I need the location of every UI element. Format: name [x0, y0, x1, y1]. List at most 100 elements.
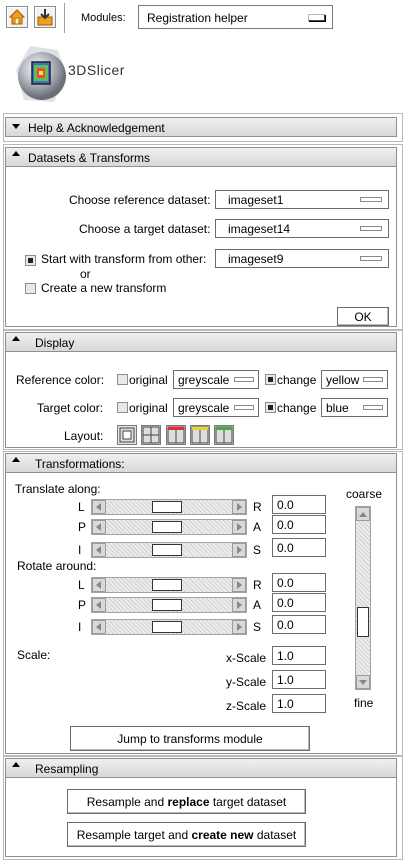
translate-left-axis-label: L [78, 500, 85, 514]
reference-original-checkbox[interactable] [117, 374, 128, 385]
coarse-label: coarse [346, 487, 383, 501]
target-color-label: Target color: [37, 401, 104, 415]
translate-value-input[interactable]: 0.0 [272, 495, 326, 514]
target-original-select[interactable]: greyscale [173, 398, 259, 417]
target-change-select[interactable]: blue [321, 398, 388, 417]
slider-thumb[interactable] [152, 621, 182, 633]
datasets-section-header[interactable]: Datasets & Transforms [5, 147, 397, 167]
resample-replace-bold: replace [167, 795, 210, 809]
rotate-left-axis-label: L [78, 578, 85, 592]
step-size-slider[interactable] [355, 506, 371, 690]
rotate-value-input[interactable]: 0.0 [272, 573, 326, 592]
target-change-checkbox[interactable] [265, 402, 276, 413]
scroll-up-icon[interactable] [356, 507, 370, 521]
target-original-checkbox[interactable] [117, 402, 128, 413]
translate-slider[interactable] [91, 519, 247, 535]
transformations-section-header[interactable]: Transformations: [5, 453, 397, 473]
red-view-icon [167, 426, 185, 444]
right-arrow-icon[interactable] [232, 620, 246, 634]
scale-value-input[interactable]: 1.0 [272, 694, 326, 713]
create-new-transform-checkbox[interactable] [25, 283, 36, 294]
transformations-section-title: Transformations: [35, 457, 125, 471]
translate-slider[interactable] [91, 499, 247, 515]
right-arrow-icon[interactable] [232, 500, 246, 514]
load-button[interactable] [34, 6, 56, 28]
rotate-slider[interactable] [91, 597, 247, 613]
resample-replace-button[interactable]: Resample and replace target dataset [67, 789, 306, 814]
left-arrow-icon[interactable] [92, 620, 106, 634]
slider-thumb[interactable] [152, 521, 182, 533]
rotate-right-axis-label: S [253, 620, 262, 634]
four-up-icon [142, 426, 160, 444]
module-select[interactable]: Registration helper [138, 5, 333, 29]
slider-thumb[interactable] [152, 579, 182, 591]
slider-thumb[interactable] [152, 544, 182, 556]
reference-dataset-select[interactable]: imageset1 [215, 190, 389, 209]
dropdown-icon [360, 256, 382, 261]
scroll-down-icon[interactable] [356, 675, 370, 689]
ok-button[interactable]: OK [337, 307, 389, 326]
module-select-value: Registration helper [147, 11, 248, 25]
layout-four-up-button[interactable] [141, 425, 161, 445]
rotate-slider[interactable] [91, 577, 247, 593]
dropdown-icon [234, 377, 254, 382]
target-original-value: greyscale [178, 401, 230, 415]
resample-create-pre: Resample target and [76, 828, 192, 842]
resampling-section-title: Resampling [35, 762, 99, 776]
scale-axis-label: z-Scale [226, 699, 267, 713]
step-size-thumb[interactable] [357, 607, 369, 637]
right-arrow-icon[interactable] [232, 543, 246, 557]
start-transform-select[interactable]: imageset9 [215, 249, 389, 268]
scale-value-input[interactable]: 1.0 [272, 646, 326, 665]
rotate-value-input[interactable]: 0.0 [272, 593, 326, 612]
rotate-value-input[interactable]: 0.0 [272, 615, 326, 634]
slider-thumb[interactable] [152, 599, 182, 611]
transformations-section-body [5, 473, 397, 754]
scale-value-input[interactable]: 1.0 [272, 670, 326, 689]
expand-icon [12, 762, 20, 767]
dropdown-icon [360, 197, 382, 202]
translate-right-axis-label: S [253, 543, 262, 557]
translate-slider[interactable] [91, 542, 247, 558]
layout-single-view-button[interactable] [117, 425, 137, 445]
home-button[interactable] [6, 6, 28, 28]
rotate-slider[interactable] [91, 619, 247, 635]
yellow-view-icon [191, 426, 209, 444]
right-arrow-icon[interactable] [232, 578, 246, 592]
layout-yellow-view-button[interactable] [190, 425, 210, 445]
reference-original-value: greyscale [178, 373, 230, 387]
start-with-transform-label: Start with transform from other: [41, 252, 207, 266]
left-arrow-icon[interactable] [92, 520, 106, 534]
translate-value-input[interactable]: 0.0 [272, 538, 326, 557]
right-arrow-icon[interactable] [232, 520, 246, 534]
display-section-header[interactable]: Display [5, 332, 397, 352]
right-arrow-icon[interactable] [232, 598, 246, 612]
reference-change-checkbox[interactable] [265, 374, 276, 385]
layout-red-view-button[interactable] [166, 425, 186, 445]
start-with-transform-checkbox[interactable] [25, 255, 36, 266]
left-arrow-icon[interactable] [92, 598, 106, 612]
toolbar-separator [64, 3, 65, 33]
left-arrow-icon[interactable] [92, 578, 106, 592]
rotate-around-label: Rotate around: [17, 559, 97, 573]
display-section-title: Display [35, 336, 75, 350]
jump-to-transforms-button[interactable]: Jump to transforms module [70, 726, 310, 751]
help-section-header[interactable]: Help & Acknowledgement [5, 117, 397, 137]
reference-change-select[interactable]: yellow [321, 370, 388, 389]
resampling-section-header[interactable]: Resampling [5, 758, 397, 778]
left-arrow-icon[interactable] [92, 543, 106, 557]
logo-text: 3DSlicer [68, 62, 125, 78]
dropdown-icon [308, 14, 325, 21]
translate-value-input[interactable]: 0.0 [272, 515, 326, 534]
rotate-right-axis-label: A [253, 598, 262, 612]
fine-label: fine [354, 696, 374, 710]
left-arrow-icon[interactable] [92, 500, 106, 514]
layout-green-view-button[interactable] [214, 425, 234, 445]
translate-along-label: Translate along: [15, 482, 101, 496]
resample-create-button[interactable]: Resample target and create new dataset [67, 822, 306, 847]
expand-icon [12, 457, 20, 462]
reference-original-select[interactable]: greyscale [173, 370, 259, 389]
slider-thumb[interactable] [152, 501, 182, 513]
target-dataset-select[interactable]: imageset14 [215, 219, 389, 238]
dropdown-icon [363, 405, 383, 410]
